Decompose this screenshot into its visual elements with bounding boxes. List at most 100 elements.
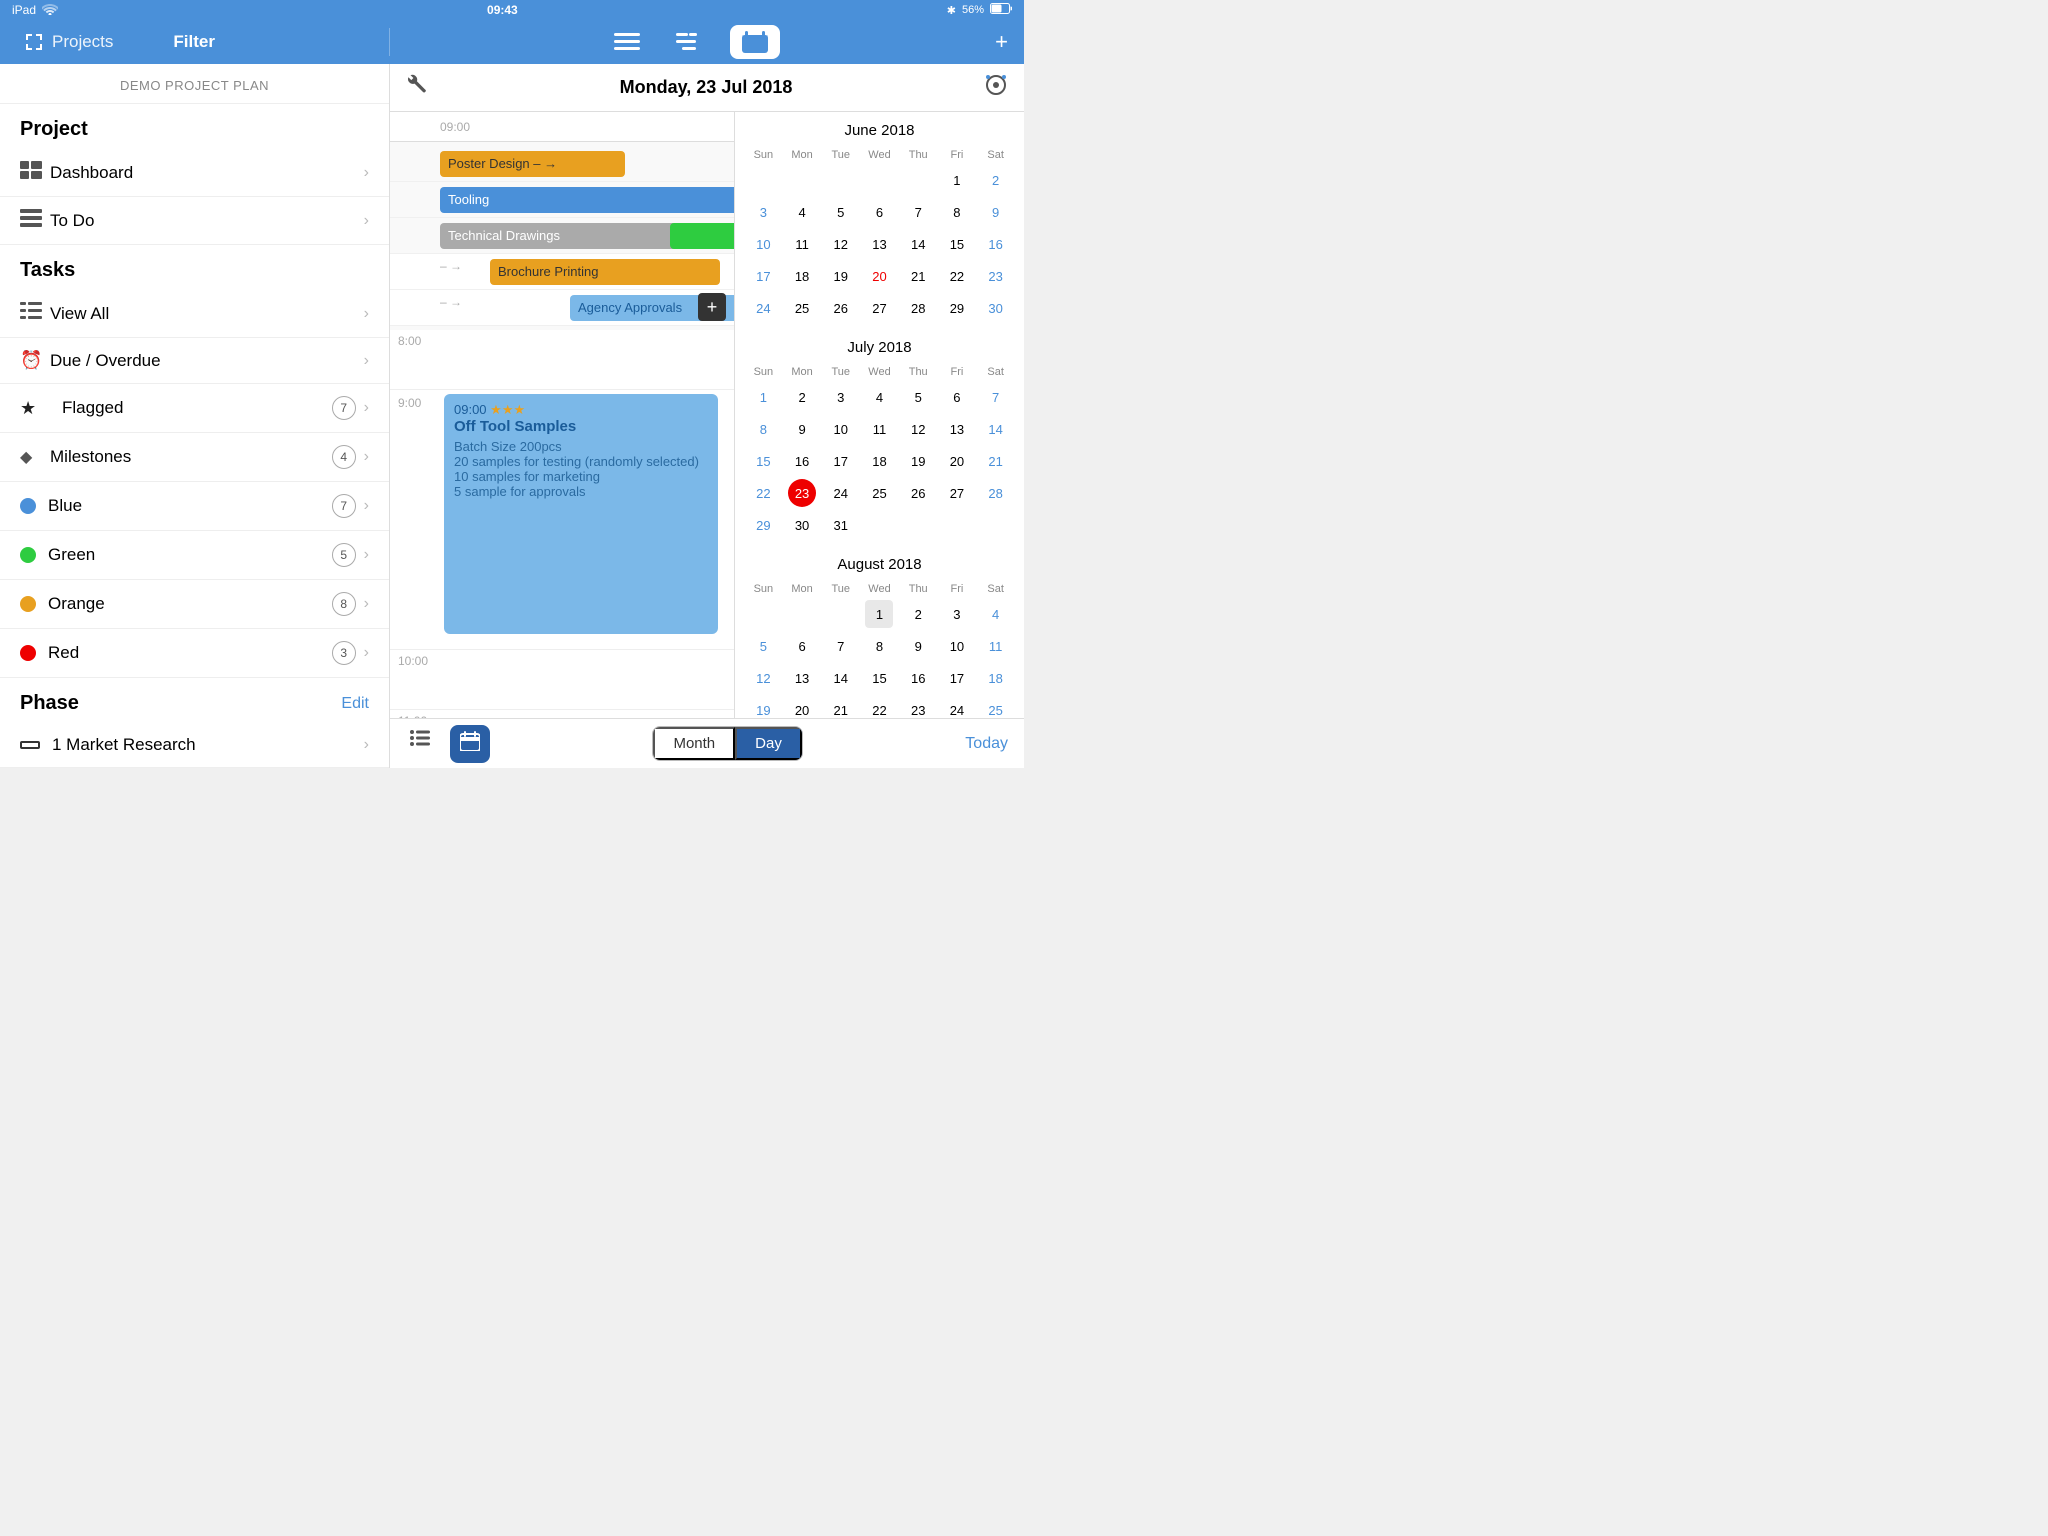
july-d28[interactable]: 28: [982, 479, 1010, 507]
june-d16[interactable]: 16: [982, 230, 1010, 258]
calendar-view-icon[interactable]: [730, 25, 780, 59]
june-d20[interactable]: 20: [865, 262, 893, 290]
today-button[interactable]: Today: [965, 735, 1008, 753]
june-d26[interactable]: 26: [827, 294, 855, 322]
june-d25[interactable]: 25: [788, 294, 816, 322]
june-d4[interactable]: 4: [788, 198, 816, 226]
june-d8[interactable]: 8: [943, 198, 971, 226]
aug-d2[interactable]: 2: [904, 600, 932, 628]
july-d29[interactable]: 29: [749, 511, 777, 539]
gantt-view-icon[interactable]: [668, 29, 710, 55]
expand-icon[interactable]: [16, 28, 52, 56]
june-d10[interactable]: 10: [749, 230, 777, 258]
june-d30[interactable]: 30: [982, 294, 1010, 322]
june-d3[interactable]: 3: [749, 198, 777, 226]
list-icon-bottom[interactable]: [406, 725, 434, 763]
aug-d24[interactable]: 24: [943, 696, 971, 718]
sidebar-item-dashboard[interactable]: Dashboard ›: [0, 149, 389, 197]
june-d28[interactable]: 28: [904, 294, 932, 322]
aug-d17[interactable]: 17: [943, 664, 971, 692]
july-d7[interactable]: 7: [982, 383, 1010, 411]
aug-d22[interactable]: 22: [865, 696, 893, 718]
sidebar-item-orange[interactable]: Orange 8 ›: [0, 580, 389, 629]
aug-d5[interactable]: 5: [749, 632, 777, 660]
july-d23-today[interactable]: 23: [788, 479, 816, 507]
june-d11[interactable]: 11: [788, 230, 816, 258]
phase-edit-button[interactable]: Edit: [341, 695, 369, 713]
july-d18[interactable]: 18: [865, 447, 893, 475]
aug-d1[interactable]: 1: [865, 600, 893, 628]
july-d26[interactable]: 26: [904, 479, 932, 507]
june-d0b[interactable]: [788, 166, 816, 194]
june-d0d[interactable]: [865, 166, 893, 194]
aug-d11[interactable]: 11: [982, 632, 1010, 660]
aug-d9[interactable]: 9: [904, 632, 932, 660]
gantt-bar-tooling[interactable]: Tooling: [440, 187, 734, 213]
june-d12[interactable]: 12: [827, 230, 855, 258]
aug-d16[interactable]: 16: [904, 664, 932, 692]
day-toggle-button[interactable]: Day: [735, 727, 802, 760]
july-d16[interactable]: 16: [788, 447, 816, 475]
july-d10[interactable]: 10: [827, 415, 855, 443]
june-d5[interactable]: 5: [827, 198, 855, 226]
july-d22[interactable]: 22: [749, 479, 777, 507]
july-d2[interactable]: 2: [788, 383, 816, 411]
june-d19[interactable]: 19: [827, 262, 855, 290]
july-d5[interactable]: 5: [904, 383, 932, 411]
july-d30[interactable]: 30: [788, 511, 816, 539]
aug-d15[interactable]: 15: [865, 664, 893, 692]
june-d9[interactable]: 9: [982, 198, 1010, 226]
wrench-icon[interactable]: [406, 74, 428, 102]
sidebar-item-due[interactable]: ⏰ Due / Overdue ›: [0, 338, 389, 384]
july-d12[interactable]: 12: [904, 415, 932, 443]
july-d14[interactable]: 14: [982, 415, 1010, 443]
july-d15[interactable]: 15: [749, 447, 777, 475]
july-d4[interactable]: 4: [865, 383, 893, 411]
june-d29[interactable]: 29: [943, 294, 971, 322]
july-d21[interactable]: 21: [982, 447, 1010, 475]
june-d27[interactable]: 27: [865, 294, 893, 322]
july-d27[interactable]: 27: [943, 479, 971, 507]
aug-d20[interactable]: 20: [788, 696, 816, 718]
aug-d21[interactable]: 21: [827, 696, 855, 718]
july-d1[interactable]: 1: [749, 383, 777, 411]
sidebar-item-viewall[interactable]: View All ›: [0, 290, 389, 338]
july-d13[interactable]: 13: [943, 415, 971, 443]
calendar-icon-bottom[interactable]: [450, 725, 490, 763]
july-d9[interactable]: 9: [788, 415, 816, 443]
july-d3[interactable]: 3: [827, 383, 855, 411]
projects-button[interactable]: Projects: [52, 32, 113, 52]
aug-d23[interactable]: 23: [904, 696, 932, 718]
july-d24[interactable]: 24: [827, 479, 855, 507]
aug-d6[interactable]: 6: [788, 632, 816, 660]
july-d17[interactable]: 17: [827, 447, 855, 475]
july-d11[interactable]: 11: [865, 415, 893, 443]
june-d7[interactable]: 7: [904, 198, 932, 226]
sidebar-item-green[interactable]: Green 5 ›: [0, 531, 389, 580]
phase-item-market-research[interactable]: 1 Market Research ›: [0, 723, 389, 768]
june-d0c[interactable]: [827, 166, 855, 194]
gantt-bar-poster[interactable]: Poster Design – →: [440, 151, 625, 177]
aug-d7[interactable]: 7: [827, 632, 855, 660]
sidebar-item-red[interactable]: Red 3 ›: [0, 629, 389, 678]
sidebar-item-flagged[interactable]: ★ Flagged 7 ›: [0, 384, 389, 433]
aug-d25[interactable]: 25: [982, 696, 1010, 718]
sidebar-item-todo[interactable]: To Do ›: [0, 197, 389, 245]
aug-d14[interactable]: 14: [827, 664, 855, 692]
july-d6[interactable]: 6: [943, 383, 971, 411]
aug-d8[interactable]: 8: [865, 632, 893, 660]
july-d8[interactable]: 8: [749, 415, 777, 443]
month-toggle-button[interactable]: Month: [653, 727, 735, 760]
june-d0e[interactable]: [904, 166, 932, 194]
june-d22[interactable]: 22: [943, 262, 971, 290]
aug-d3[interactable]: 3: [943, 600, 971, 628]
event-off-tool[interactable]: 09:00 ★★★ Off Tool Samples Batch Size 20…: [444, 394, 718, 634]
july-d19[interactable]: 19: [904, 447, 932, 475]
july-d25[interactable]: 25: [865, 479, 893, 507]
list-view-icon[interactable]: [606, 29, 648, 55]
filter-button[interactable]: Filter: [173, 32, 215, 52]
june-d13[interactable]: 13: [865, 230, 893, 258]
june-d2[interactable]: 2: [982, 166, 1010, 194]
settings-icon[interactable]: [984, 73, 1008, 103]
add-button[interactable]: +: [995, 29, 1024, 55]
